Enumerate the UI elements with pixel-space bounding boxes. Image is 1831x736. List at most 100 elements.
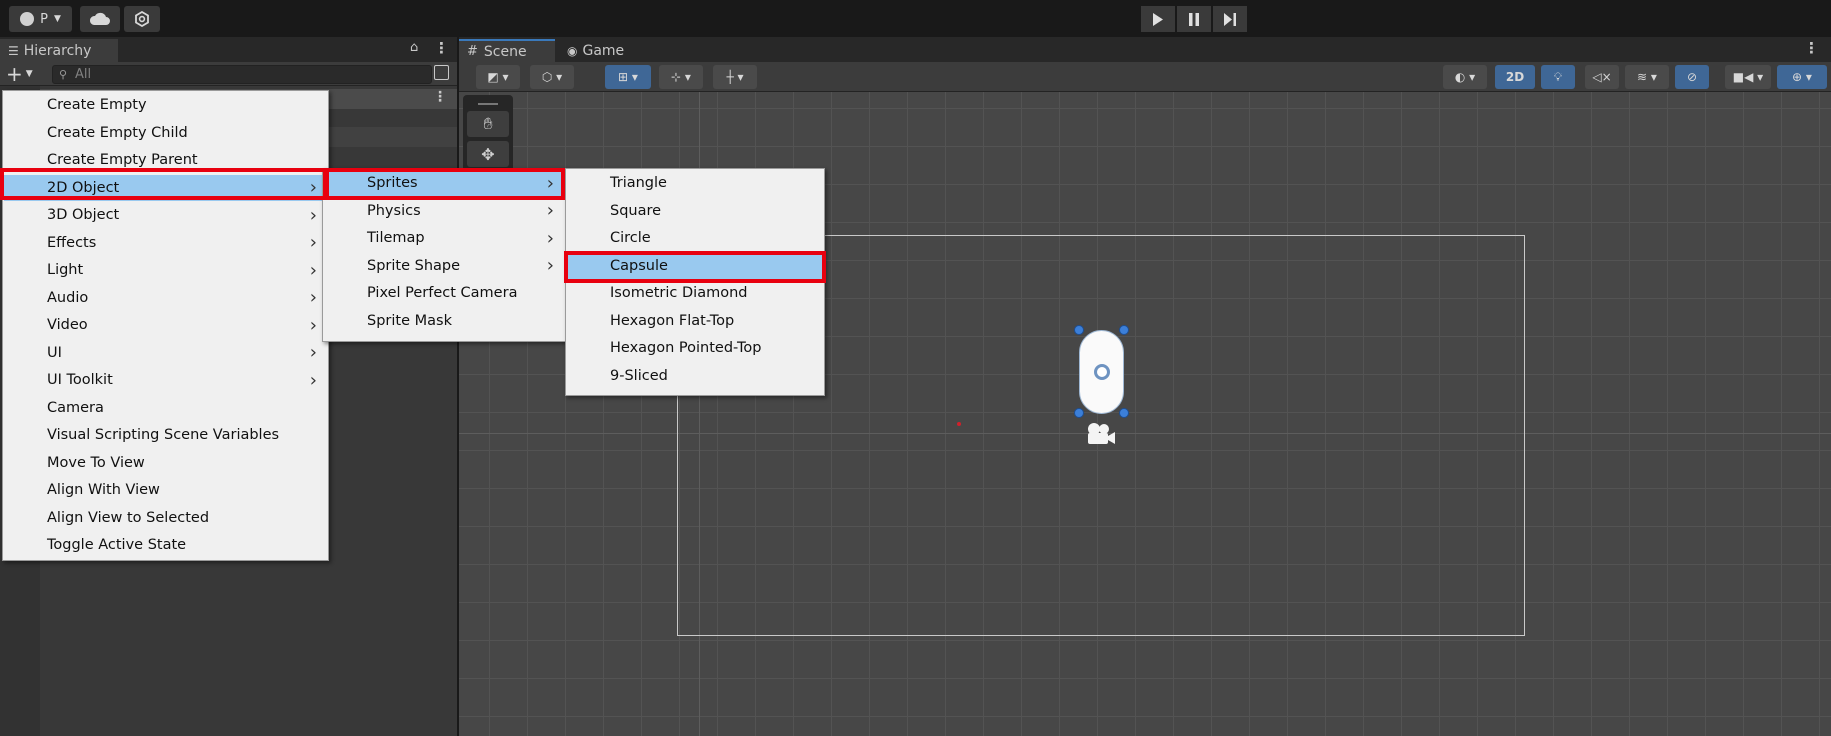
main-menu-item[interactable]: Align With View [4,477,329,503]
object_2d-menu-item[interactable]: Sprite Mask [324,308,566,334]
step-icon [1224,12,1236,26]
hierarchy-search-input[interactable]: ⚲ All [52,65,432,84]
main-menu-item[interactable]: Create Empty Parent [4,147,329,173]
tab-hierarchy[interactable]: ☰ Hierarchy [0,39,118,62]
cloud-button[interactable] [80,6,120,32]
resize-handle[interactable] [1074,408,1084,418]
main-menu-item[interactable]: 3D Object › [4,202,329,228]
main-menu-item[interactable]: Move To View [4,450,329,476]
menu-item-label: Hexagon Pointed-Top [610,340,762,356]
align-dropdown[interactable]: ┼ ▾ [713,65,757,89]
search-scene-icon[interactable] [434,65,449,80]
hand-tool-button[interactable]: ✋︎ [467,111,509,137]
effects-dropdown[interactable]: ≋ ▾ [1625,65,1669,89]
shading-dropdown[interactable]: ◐ ▾ [1443,65,1487,89]
main-menu-item[interactable]: UI Toolkit › [4,367,329,393]
main-menu-item[interactable]: Visual Scripting Scene Variables [4,422,329,448]
chevron-right-icon: › [309,204,317,226]
camera-gizmo-icon[interactable] [1084,422,1118,446]
menu-item-label: Sprite Shape [367,257,461,274]
sprites-submenu: Triangle Square Circle Capsule Isometric Dia… [565,168,825,396]
object_2d-menu-item[interactable]: Tilemap › [324,225,566,251]
sprites-menu-item[interactable]: Capsule [567,252,825,279]
lighting-toggle[interactable]: 💡︎ [1541,65,1575,89]
cube-icon: ⬡ ▾ [541,70,563,84]
visibility-toggle[interactable]: ⊘ [1675,65,1709,89]
sprites-menu-item[interactable]: 9-Sliced [567,363,825,389]
audio-toggle[interactable]: ◁× [1585,65,1619,89]
main-menu-item[interactable]: Camera [4,395,329,421]
ruler-icon: ┼ ▾ [726,70,744,84]
main-menu-item[interactable]: Effects › [4,230,329,256]
overlay-handle[interactable] [478,103,498,105]
grid-snap-dropdown[interactable]: ⊞ ▾ [605,65,651,89]
main-menu-item[interactable]: Create Empty Child [4,120,329,146]
menu-item-label: Sprite Mask [367,312,452,329]
main-menu-item[interactable]: Align View to Selected [4,505,329,531]
main-menu-item[interactable]: Audio › [4,285,329,311]
menu-item-label: Effects [47,234,97,251]
create-button[interactable]: + ▼ [6,63,42,84]
pause-button[interactable] [1177,6,1211,32]
tab-game[interactable]: ◉ Game [559,39,639,62]
move-tool-button[interactable]: ✥ [467,141,509,167]
chevron-right-icon: › [309,232,317,253]
sprites-menu-item[interactable]: Square [567,198,825,224]
object_2d-menu-item[interactable]: Sprites › [324,170,566,196]
step-button[interactable] [1213,6,1247,32]
gizmos-dropdown[interactable]: ⊕ ▾ [1777,65,1827,89]
render-mode-dropdown[interactable]: ⬡ ▾ [530,65,574,89]
resize-handle[interactable] [1074,325,1084,335]
sprites-menu-item[interactable]: Circle [567,225,825,251]
hierarchy-toolbar: + ▼ ⚲ All [0,62,457,86]
hierarchy-title: Hierarchy [23,42,92,59]
main-menu-item[interactable]: 2D Object › [4,174,329,201]
collab-button[interactable] [124,6,160,32]
snap-icon: ⊹ ▾ [671,70,691,84]
grid-snap-icon: ⊞ ▾ [618,70,638,84]
camera-dropdown[interactable]: ■◀ ▾ [1725,65,1771,89]
tab-scene[interactable]: # Scene [459,39,555,62]
resize-handle[interactable] [1119,408,1129,418]
resize-handle[interactable] [1119,325,1129,335]
menu-item-label: 9-Sliced [610,367,668,384]
main-menu-item[interactable]: Toggle Active State [4,532,329,558]
main-menu-item[interactable]: Light › [4,257,329,283]
sprites-menu-item[interactable]: Triangle [567,170,825,196]
collab-icon [135,11,149,27]
object_2d-menu-item[interactable]: Physics › [324,198,566,224]
capsule-sprite[interactable] [1079,330,1124,414]
increment-snap-dropdown[interactable]: ⊹ ▾ [659,65,703,89]
hand-icon: ✋︎ [483,114,493,133]
lock-icon[interactable]: ⌂ [410,40,418,55]
sprites-menu-item[interactable]: Hexagon Flat-Top [567,308,825,334]
lightbulb-icon: 💡︎ [1553,69,1563,84]
sphere-icon: ◐ ▾ [1454,70,1476,84]
mode-2d-label: 2D [1505,70,1525,84]
pause-icon [1189,12,1199,26]
more-options-icon[interactable]: ⋮ [433,89,447,105]
gamepad-icon: ◉ [567,43,578,58]
object_2d-menu-item[interactable]: Pixel Perfect Camera [324,280,566,306]
sprites-menu-item[interactable]: Isometric Diamond [567,280,825,306]
chevron-down-icon: ▼ [25,68,33,79]
play-button[interactable] [1141,6,1175,32]
main-menu-item[interactable]: Create Empty [4,92,329,118]
main-menu-item[interactable]: Video › [4,312,329,338]
plus-icon: + [6,61,23,86]
tab-scene-label: Scene [483,43,527,60]
more-options-icon[interactable]: ⋮ [1804,39,1819,57]
main-menu-item[interactable]: UI › [4,340,329,366]
more-options-icon[interactable]: ⋮ [434,39,449,57]
chevron-right-icon: › [546,227,554,249]
object_2d-menu-item[interactable]: Sprite Shape › [324,253,566,279]
draw-mode-dropdown[interactable]: ◩ ▾ [476,65,520,89]
sprites-menu-item[interactable]: Hexagon Pointed-Top [567,335,825,361]
tab-game-label: Game [582,42,625,59]
mode-2d-button[interactable]: 2D [1495,65,1535,89]
camera-icon: ■◀ ▾ [1732,70,1764,84]
account-button[interactable]: P ▼ [9,6,72,32]
menu-item-label: Circle [610,230,651,246]
menu-item-label: Isometric Diamond [610,285,748,301]
pivot-icon[interactable] [1094,364,1110,380]
